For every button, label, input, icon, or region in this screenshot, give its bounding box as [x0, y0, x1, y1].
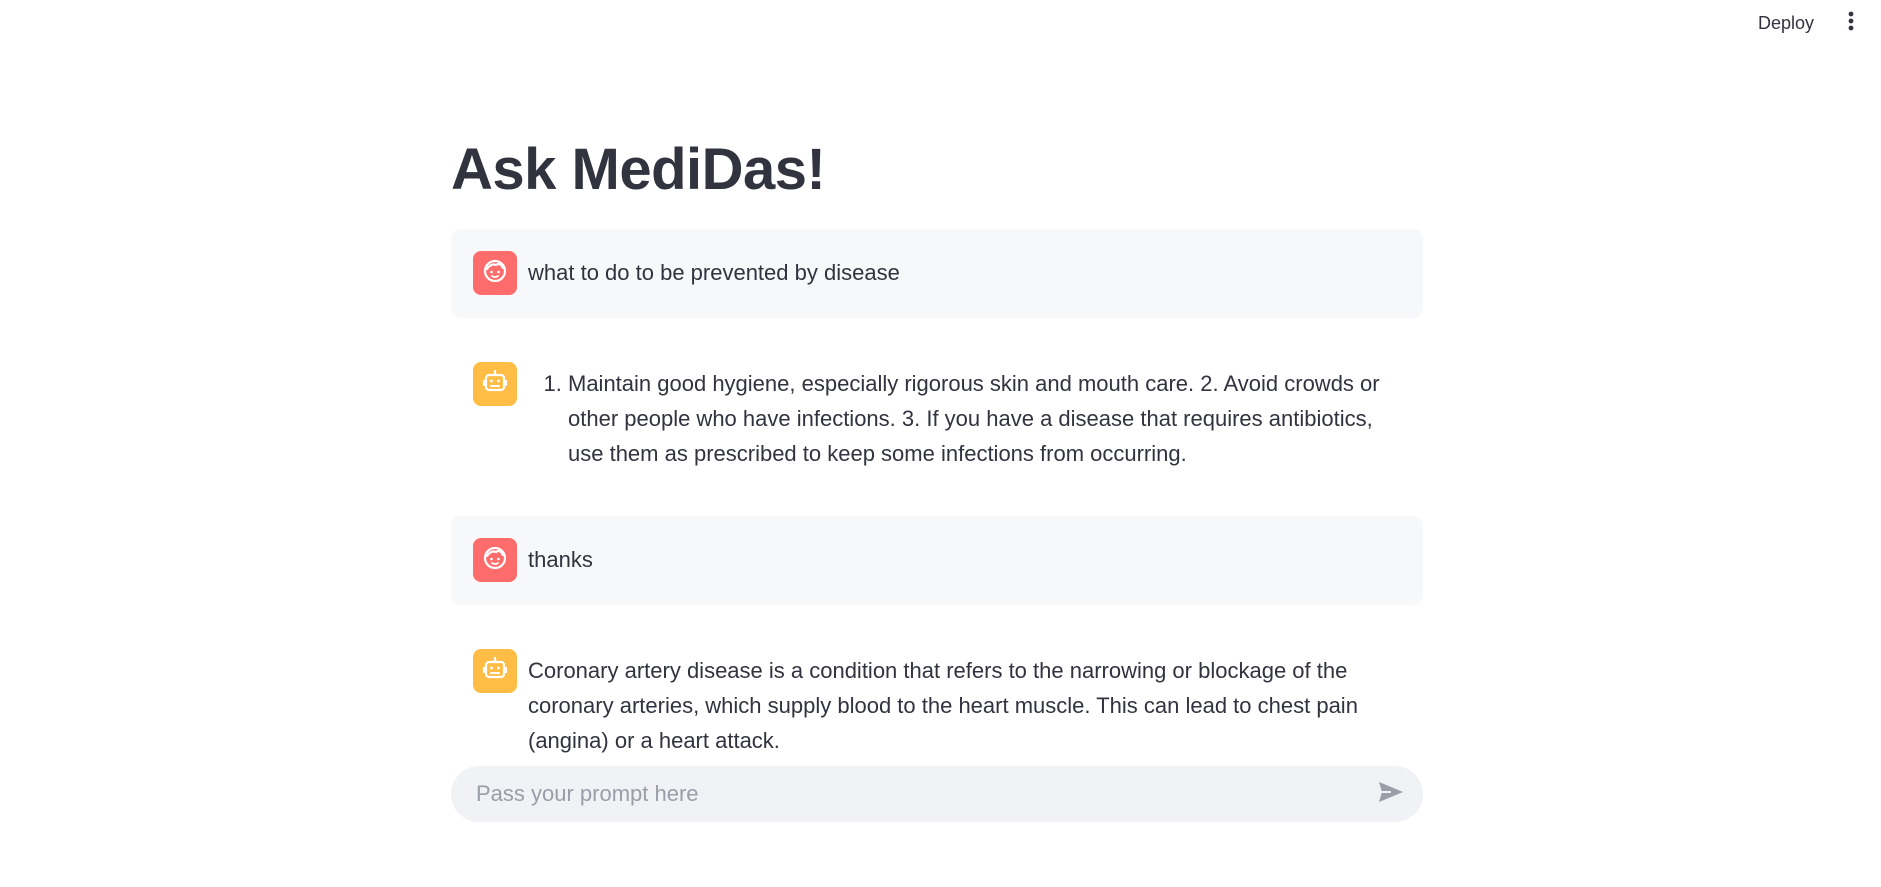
user-avatar [473, 251, 517, 295]
prompt-input[interactable] [474, 780, 1373, 808]
message-text: what to do to be prevented by disease [528, 260, 900, 285]
chat-message-user: thanks [451, 516, 1423, 605]
send-icon [1377, 780, 1405, 809]
top-toolbar: Deploy [0, 0, 1881, 46]
robot-face-icon [482, 656, 508, 687]
chat-input-bar [451, 766, 1423, 822]
message-text: Coronary artery disease is a condition t… [528, 658, 1358, 753]
robot-face-icon [482, 369, 508, 400]
main-menu-button[interactable] [1840, 10, 1862, 36]
user-face-icon [482, 545, 508, 576]
vertical-ellipsis-icon [1848, 11, 1854, 36]
message-list: Maintain good hygiene, especially rigoro… [528, 362, 1401, 471]
user-avatar [473, 538, 517, 582]
chat-message-assistant: Coronary artery disease is a condition t… [451, 627, 1423, 761]
chat-message-user: what to do to be prevented by disease [451, 229, 1423, 318]
assistant-avatar [473, 649, 517, 693]
user-face-icon [482, 258, 508, 289]
chat-message-assistant: Maintain good hygiene, especially rigoro… [451, 340, 1423, 474]
deploy-button[interactable]: Deploy [1748, 9, 1824, 37]
page-title: Ask MediDas! [451, 137, 826, 202]
list-item: Maintain good hygiene, especially rigoro… [568, 366, 1401, 471]
message-text: thanks [528, 547, 593, 572]
assistant-avatar [473, 362, 517, 406]
send-button[interactable] [1373, 776, 1409, 812]
